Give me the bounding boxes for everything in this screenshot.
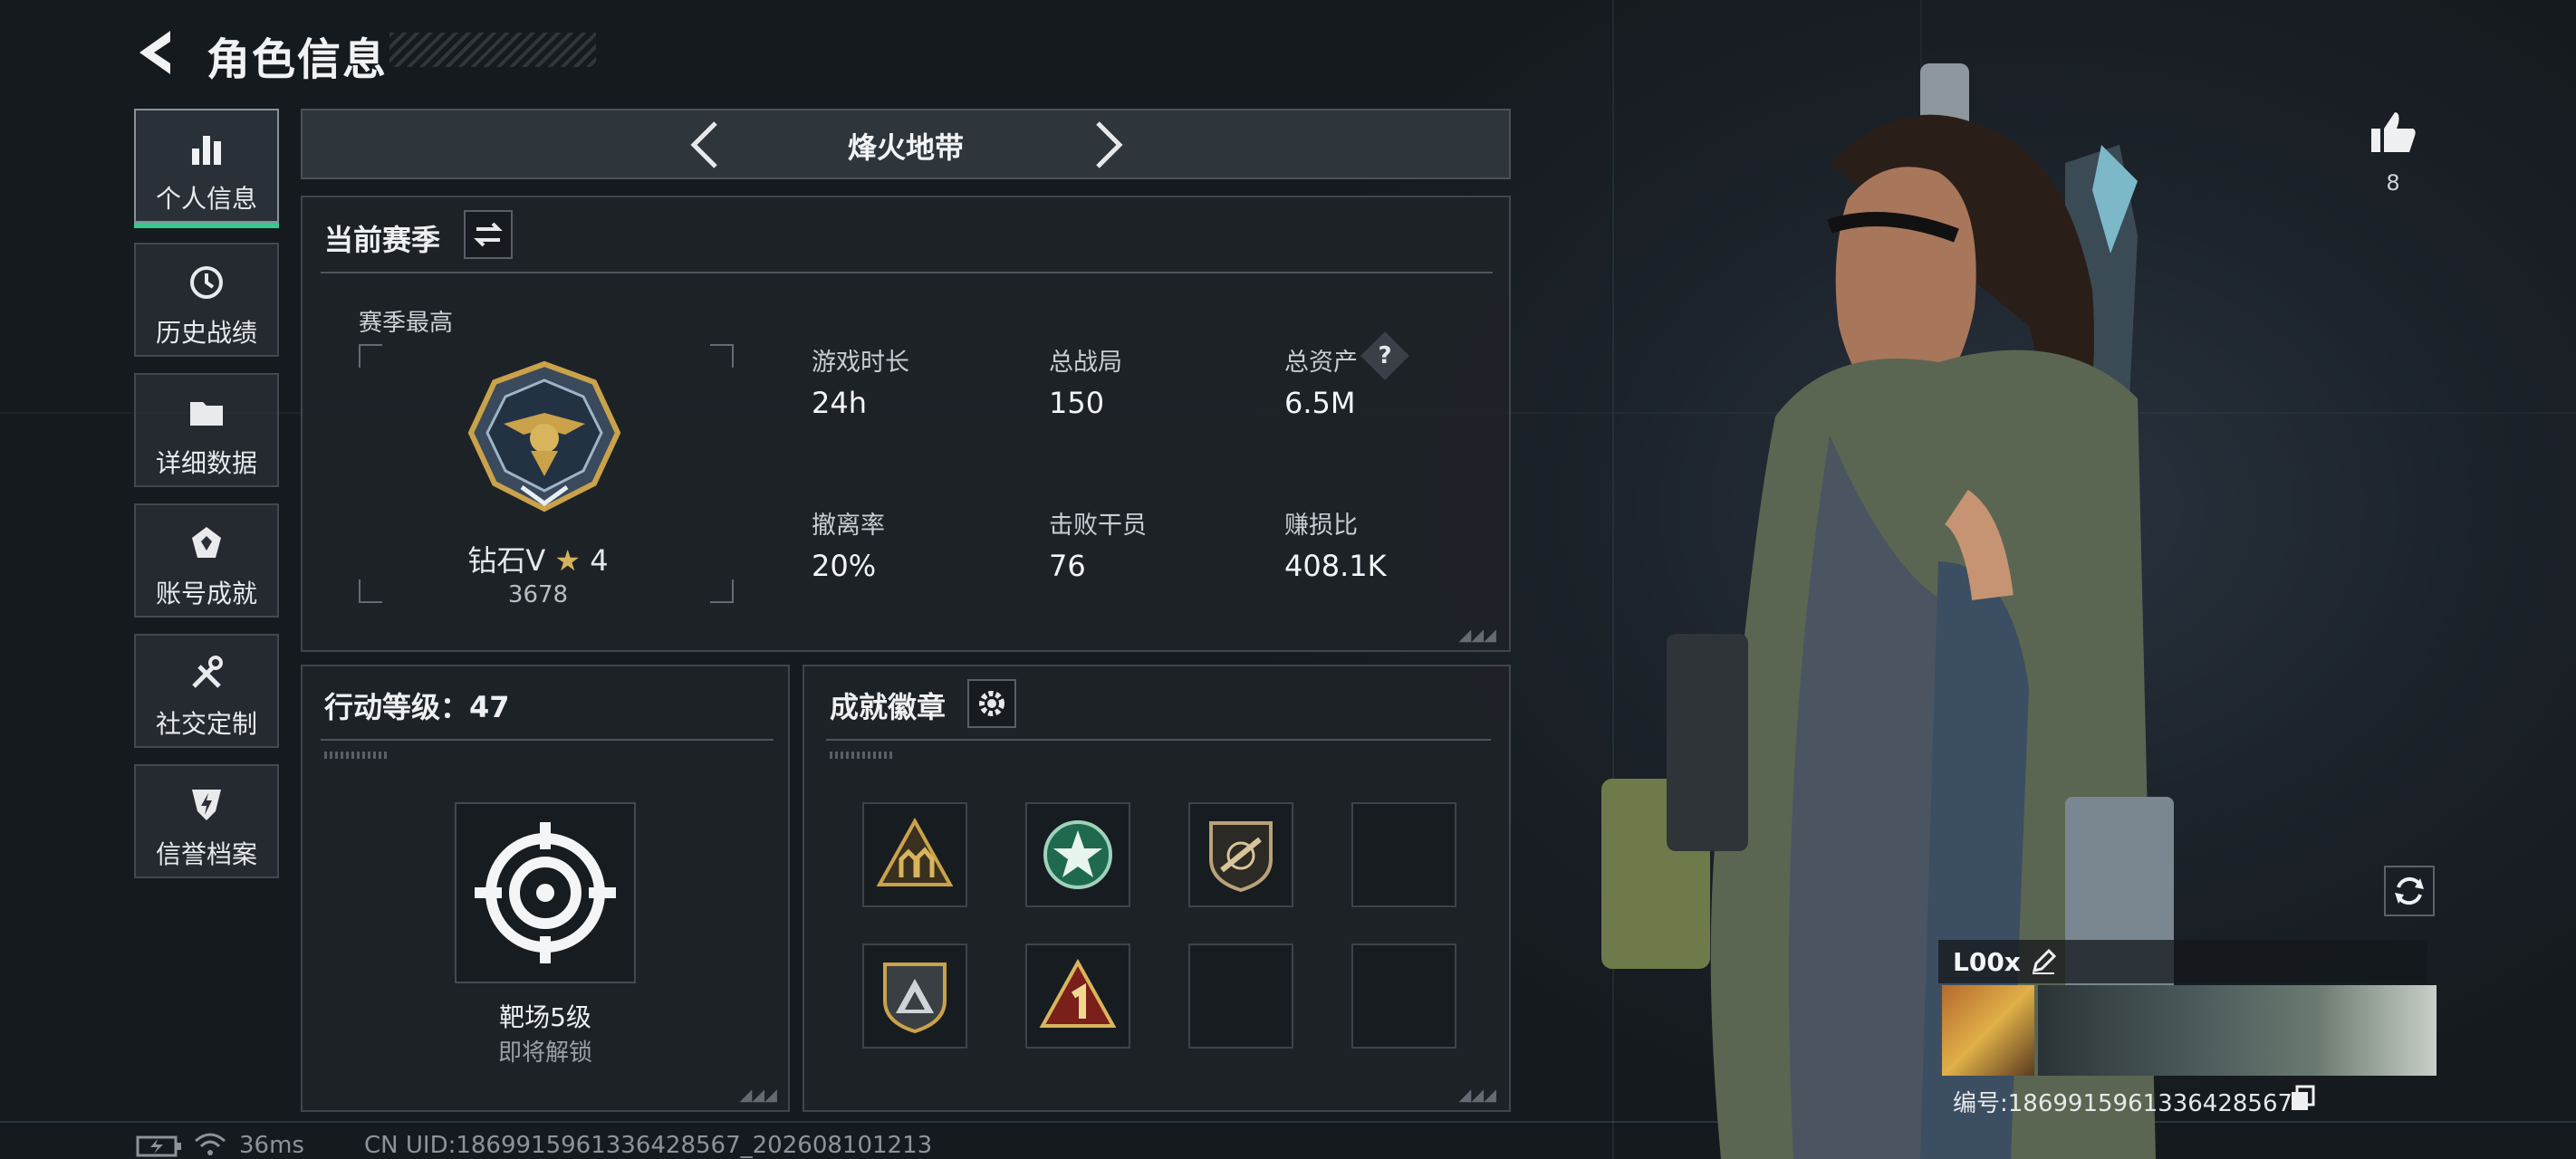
stat-label: 撤离率 bbox=[812, 512, 885, 540]
action-level-panel: 行动等级：47 靶场5级 即将解锁 ◢◢◢ bbox=[301, 665, 790, 1112]
help-icon: ? bbox=[1378, 342, 1392, 369]
mode-name: 烽火地带 bbox=[847, 130, 964, 165]
folder-icon bbox=[190, 402, 223, 426]
star-round-badge-icon bbox=[1043, 820, 1112, 889]
title-decoration bbox=[389, 33, 596, 67]
range-level-card[interactable] bbox=[455, 802, 636, 983]
diamond-rank-emblem-icon bbox=[467, 360, 621, 512]
wifi-icon bbox=[195, 1133, 226, 1155]
stat-value: 150 bbox=[1049, 386, 1105, 420]
soldiers-triangle-badge-icon bbox=[876, 817, 954, 886]
back-arrow-icon[interactable] bbox=[134, 27, 179, 78]
badge-slot-empty[interactable] bbox=[1188, 943, 1293, 1049]
nav-item-credit[interactable]: 信誉档案 bbox=[134, 764, 279, 878]
frame-corner bbox=[359, 344, 382, 368]
season-title: 当前赛季 bbox=[324, 223, 441, 257]
player-id: 编号:1869915961336428567 bbox=[1953, 1090, 2293, 1117]
history-icon bbox=[190, 266, 223, 299]
stat-value: 76 bbox=[1049, 549, 1086, 583]
divider bbox=[826, 739, 1491, 741]
nav-item-history[interactable]: 历史战绩 bbox=[134, 243, 279, 357]
tools-icon bbox=[192, 656, 223, 688]
season-best-label: 赛季最高 bbox=[359, 310, 454, 337]
panel-corner-mark: ◢◢◢ bbox=[1458, 626, 1496, 645]
badge-slot[interactable] bbox=[862, 802, 967, 907]
stat-value: 20% bbox=[812, 549, 877, 583]
badge-slot-empty[interactable] bbox=[1351, 943, 1456, 1049]
badge-settings-button[interactable] bbox=[967, 679, 1016, 728]
stat-value: 6.5M bbox=[1284, 386, 1356, 420]
range-level-status: 即将解锁 bbox=[497, 1039, 592, 1067]
rank-name: 钻石V bbox=[467, 543, 546, 578]
bar-chart-icon bbox=[192, 136, 221, 165]
rank-stars: 4 bbox=[590, 543, 609, 578]
player-name: L00x bbox=[1953, 947, 2021, 977]
panel-corner-mark: ◢◢◢ bbox=[1458, 1086, 1496, 1105]
credit-shield-icon bbox=[192, 790, 221, 820]
badge-slot[interactable] bbox=[1025, 802, 1130, 907]
star-icon: ★ bbox=[554, 543, 582, 578]
gear-icon bbox=[979, 691, 1004, 716]
nav-item-social[interactable]: 社交定制 bbox=[134, 634, 279, 748]
mode-selector: 烽火地带 bbox=[301, 109, 1511, 179]
nav-item-detailed-data[interactable]: 详细数据 bbox=[134, 373, 279, 487]
nav-label: 详细数据 bbox=[155, 448, 257, 478]
copy-icon[interactable] bbox=[2290, 1085, 2315, 1112]
divider bbox=[321, 272, 1493, 273]
player-name-bar: L00x bbox=[1938, 940, 2427, 983]
battery-charging-icon bbox=[136, 1135, 181, 1157]
badge-slot[interactable] bbox=[862, 943, 967, 1049]
badge-slot-empty[interactable] bbox=[1351, 802, 1456, 907]
stat-label: 赚损比 bbox=[1284, 512, 1358, 540]
season-panel: 当前赛季 赛季最高 钻石V ★ 4 3678 游戏时长 24h 总战局 150 … bbox=[301, 196, 1511, 652]
like-count: 8 bbox=[2386, 170, 2400, 196]
decor-stripe bbox=[830, 752, 893, 759]
nav-item-achievements[interactable]: 账号成就 bbox=[134, 503, 279, 618]
achievement-badges-panel: 成就徽章 ◢◢◢ bbox=[803, 665, 1511, 1112]
thumbs-up-icon[interactable] bbox=[2368, 107, 2418, 158]
target-icon bbox=[475, 822, 616, 963]
season-switch-button[interactable] bbox=[464, 210, 513, 259]
stat-label: 游戏时长 bbox=[812, 349, 909, 377]
swap-icon bbox=[474, 222, 503, 247]
player-avatar[interactable] bbox=[1942, 985, 2034, 1076]
edit-pencil-icon[interactable] bbox=[2029, 947, 2058, 976]
rifle-shield-badge-icon bbox=[1209, 821, 1273, 893]
nav-label: 个人信息 bbox=[155, 184, 257, 214]
rank-points: 3678 bbox=[507, 581, 569, 608]
refresh-button[interactable] bbox=[2384, 866, 2435, 916]
range-level-name: 靶场5级 bbox=[499, 1002, 591, 1032]
refresh-icon bbox=[2395, 876, 2424, 905]
page-title: 角色信息 bbox=[207, 34, 389, 85]
nav-item-personal-info[interactable]: 个人信息 bbox=[134, 109, 279, 228]
badges-title: 成就徽章 bbox=[830, 690, 947, 724]
number-one-triangle-badge-icon bbox=[1039, 958, 1117, 1028]
nav-label: 信誉档案 bbox=[155, 839, 257, 869]
player-banner[interactable] bbox=[2038, 985, 2437, 1076]
achievement-icon bbox=[192, 527, 221, 558]
divider bbox=[321, 739, 774, 741]
badge-slot[interactable] bbox=[1188, 802, 1293, 907]
action-level-title: 行动等级：47 bbox=[324, 690, 510, 724]
decor-stripe bbox=[324, 752, 388, 759]
badge-slot[interactable] bbox=[1025, 943, 1130, 1049]
ping-value: 36ms bbox=[239, 1132, 304, 1159]
stat-label: 击败干员 bbox=[1049, 512, 1147, 540]
stat-value: 24h bbox=[812, 386, 867, 420]
active-indicator bbox=[134, 223, 279, 228]
stat-label: 总战局 bbox=[1049, 349, 1122, 377]
stat-label: 总资产 bbox=[1284, 349, 1358, 377]
mountain-shield-badge-icon bbox=[883, 963, 947, 1034]
nav-label: 账号成就 bbox=[155, 579, 257, 608]
panel-corner-mark: ◢◢◢ bbox=[739, 1086, 777, 1105]
uid-text: CN UID:1869915961336428567_202608101213 bbox=[364, 1132, 933, 1159]
stat-value: 408.1K bbox=[1284, 549, 1387, 583]
frame-corner bbox=[710, 344, 734, 368]
chevron-right-icon[interactable] bbox=[1091, 120, 1127, 170]
rank-row: 钻石V ★ 4 bbox=[303, 538, 774, 580]
nav-label: 社交定制 bbox=[155, 709, 257, 739]
nav-label: 历史战绩 bbox=[155, 318, 257, 348]
